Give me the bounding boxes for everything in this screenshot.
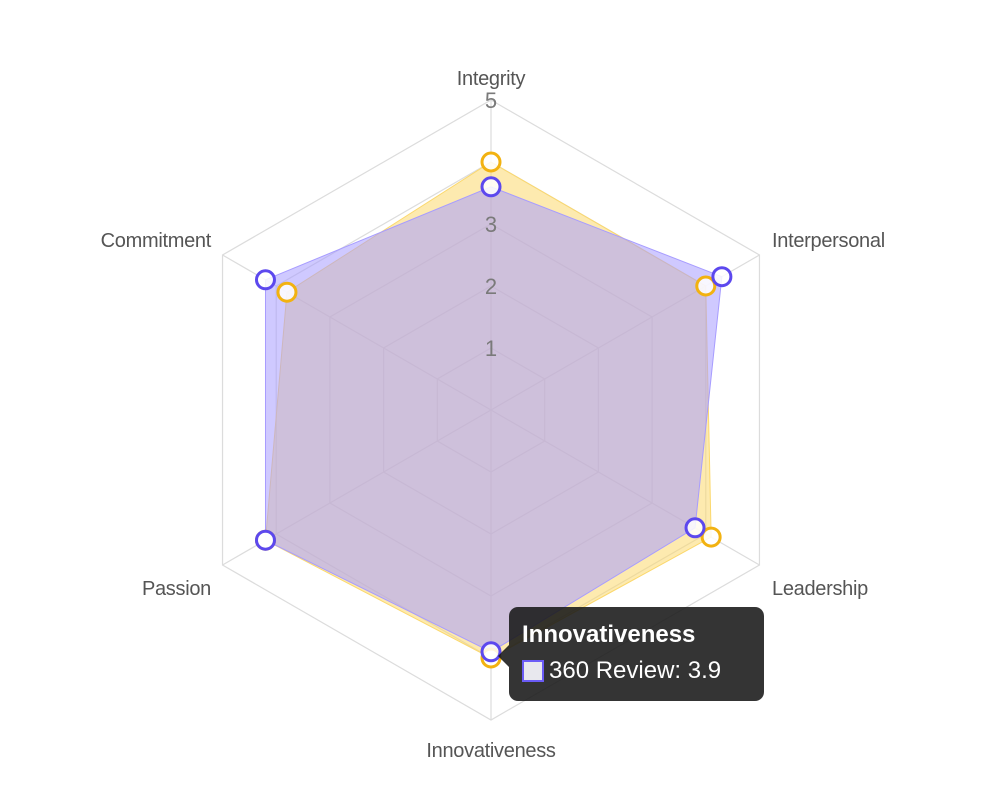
radar-chart-canvas: 1 2 3 5 Integrity Interpersonal Leadership Inn… <box>101 68 886 762</box>
tick-label-5: 5 <box>485 88 497 113</box>
series-0-point-0[interactable] <box>480 151 502 173</box>
axis-label-leadership: Leadership <box>772 578 868 600</box>
tick-label-3: 3 <box>485 212 497 237</box>
tick-label-2: 2 <box>485 274 497 299</box>
tick-label-1: 1 <box>485 336 497 361</box>
tooltip-color-swatch <box>522 660 544 682</box>
chart-tooltip: Innovativeness 360 Review: 3.9 <box>498 607 764 701</box>
series-area-1 <box>264 186 723 653</box>
series-0-point-5[interactable] <box>276 281 298 303</box>
tooltip-row: 360 Review: 3.9 <box>522 657 752 685</box>
axis-label-commitment: Commitment <box>101 230 212 252</box>
axis-label-passion: Passion <box>142 578 211 600</box>
series-1-point-1[interactable] <box>711 266 733 288</box>
radar-chart: 1 2 3 5 Integrity Interpersonal Leadership Inn… <box>0 0 992 793</box>
series-1-point-2[interactable] <box>684 517 706 539</box>
axis-label-integrity: Integrity <box>457 68 526 90</box>
tooltip-value: 360 Review: 3.9 <box>549 657 722 684</box>
series-1-point-5[interactable] <box>254 269 276 291</box>
axis-label-innovativeness: Innovativeness <box>426 740 556 762</box>
series-1-point-0[interactable] <box>480 176 502 198</box>
tooltip-title: Innovativeness <box>522 621 696 648</box>
axis-label-interpersonal: Interpersonal <box>772 230 885 252</box>
series-1-point-4[interactable] <box>254 529 276 551</box>
